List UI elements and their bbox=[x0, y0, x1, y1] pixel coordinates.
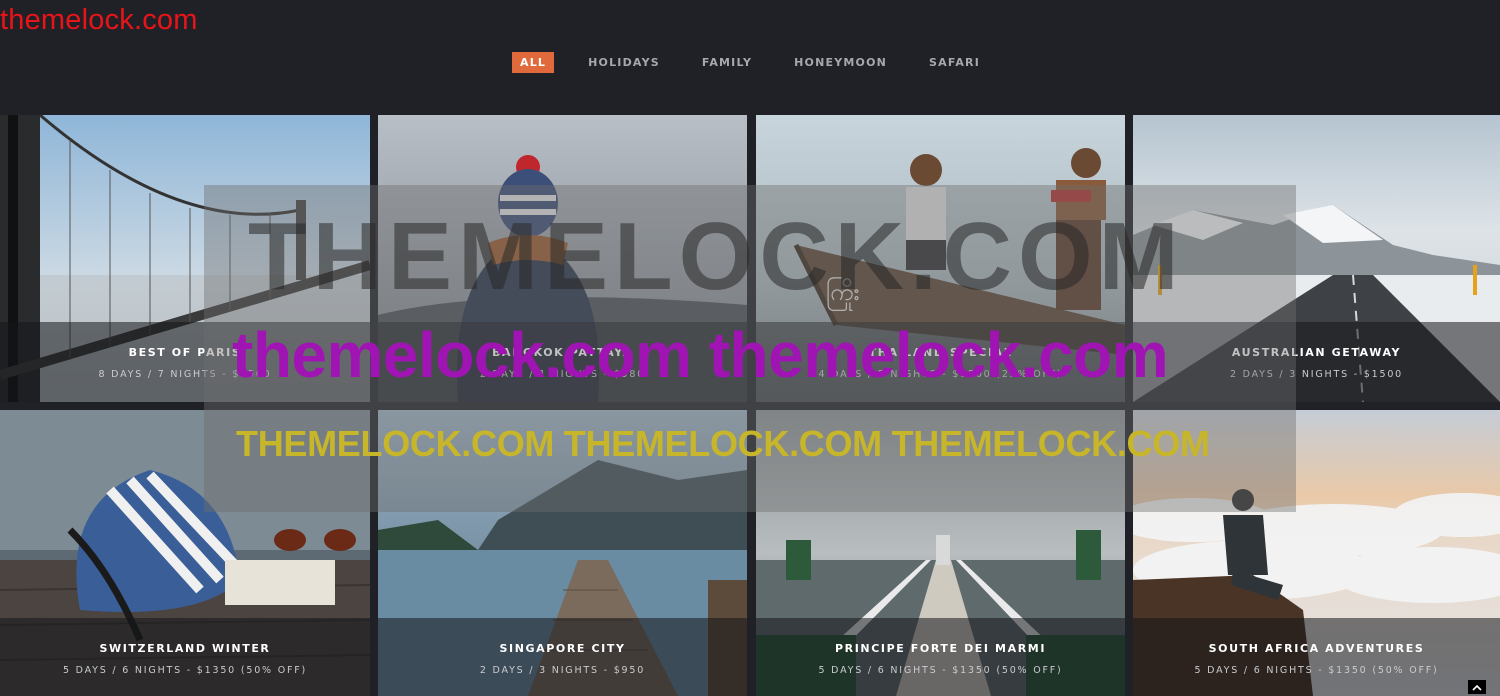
filter-safari[interactable]: SAFARI bbox=[921, 52, 988, 73]
tour-title: SINGAPORE CITY bbox=[499, 642, 626, 655]
tour-details: 2 DAYS / 3 NIGHTS - $950 bbox=[479, 665, 646, 676]
tour-card-thailand-special[interactable]: ကြိုး THAILAND SPECIAL 4 DAYS / 5 NIGHTS… bbox=[756, 115, 1125, 402]
tour-caption: BANGKOK PATTAYA 2 DAYS / 1 NIGHTS - $580 bbox=[378, 322, 747, 402]
portfolio-filter-bar: ALL HOLIDAYS FAMILY HONEYMOON SAFARI bbox=[0, 51, 1500, 73]
tour-details: 4 DAYS / 5 NIGHTS - $1500 (22% OFF) bbox=[818, 369, 1063, 380]
tour-card-principe-forte-dei-marmi[interactable]: PRINCIPE FORTE DEI MARMI 5 DAYS / 6 NIGH… bbox=[756, 410, 1125, 696]
tour-caption: SOUTH AFRICA ADVENTURES 5 DAYS / 6 NIGHT… bbox=[1133, 618, 1500, 696]
tour-card-best-of-paris[interactable]: BEST OF PARIS 8 DAYS / 7 NIGHTS - $2500 bbox=[0, 115, 370, 402]
tour-caption: SINGAPORE CITY 2 DAYS / 3 NIGHTS - $950 bbox=[378, 618, 747, 696]
tour-title: BANGKOK PATTAYA bbox=[492, 346, 633, 359]
tour-caption: AUSTRALIAN GETAWAY 2 DAYS / 3 NIGHTS - $… bbox=[1133, 322, 1500, 402]
tour-title: AUSTRALIAN GETAWAY bbox=[1231, 346, 1402, 359]
tour-grid: BEST OF PARIS 8 DAYS / 7 NIGHTS - $2500 … bbox=[0, 115, 1500, 696]
tour-details: 5 DAYS / 6 NIGHTS - $1350 (50% OFF) bbox=[818, 665, 1063, 676]
tour-caption: THAILAND SPECIAL 4 DAYS / 5 NIGHTS - $15… bbox=[756, 322, 1125, 402]
tour-title: BEST OF PARIS bbox=[128, 346, 242, 359]
tour-title: SWITZERLAND WINTER bbox=[99, 642, 271, 655]
tour-title: THAILAND SPECIAL bbox=[868, 346, 1013, 359]
filter-holidays[interactable]: HOLIDAYS bbox=[580, 52, 668, 73]
tour-details: 5 DAYS / 6 NIGHTS - $1350 (50% OFF) bbox=[62, 665, 308, 676]
tour-details: 2 DAYS / 1 NIGHTS - $580 bbox=[479, 369, 646, 380]
tour-card-singapore-city[interactable]: SINGAPORE CITY 2 DAYS / 3 NIGHTS - $950 bbox=[378, 410, 747, 696]
svg-text:ကြိုး: ကြိုး bbox=[826, 276, 860, 311]
tour-caption: SWITZERLAND WINTER 5 DAYS / 6 NIGHTS - $… bbox=[0, 618, 370, 696]
tour-card-switzerland-winter[interactable]: SWITZERLAND WINTER 5 DAYS / 6 NIGHTS - $… bbox=[0, 410, 370, 696]
tour-caption: PRINCIPE FORTE DEI MARMI 5 DAYS / 6 NIGH… bbox=[756, 618, 1125, 696]
tour-title: SOUTH AFRICA ADVENTURES bbox=[1208, 642, 1425, 655]
tour-caption: BEST OF PARIS 8 DAYS / 7 NIGHTS - $2500 bbox=[0, 322, 370, 402]
tour-details: 5 DAYS / 6 NIGHTS - $1350 (50% OFF) bbox=[1194, 665, 1439, 676]
tour-title: PRINCIPE FORTE DEI MARMI bbox=[834, 642, 1047, 655]
filter-honeymoon[interactable]: HONEYMOON bbox=[786, 52, 895, 73]
tour-details: 8 DAYS / 7 NIGHTS - $2500 bbox=[98, 369, 272, 380]
tour-card-bangkok-pattaya[interactable]: BANGKOK PATTAYA 2 DAYS / 1 NIGHTS - $580 bbox=[378, 115, 747, 402]
tour-details: 2 DAYS / 3 NIGHTS - $1500 bbox=[1229, 369, 1404, 380]
tour-card-south-africa-adventures[interactable]: SOUTH AFRICA ADVENTURES 5 DAYS / 6 NIGHT… bbox=[1133, 410, 1500, 696]
filter-all[interactable]: ALL bbox=[511, 51, 555, 73]
filter-family[interactable]: FAMILY bbox=[694, 52, 760, 73]
watermark-corner-text: themelock.com bbox=[0, 4, 198, 36]
tour-card-australian-getaway[interactable]: AUSTRALIAN GETAWAY 2 DAYS / 3 NIGHTS - $… bbox=[1133, 115, 1500, 402]
chevron-up-icon bbox=[1472, 684, 1482, 691]
scroll-to-top-button[interactable] bbox=[1468, 680, 1486, 694]
